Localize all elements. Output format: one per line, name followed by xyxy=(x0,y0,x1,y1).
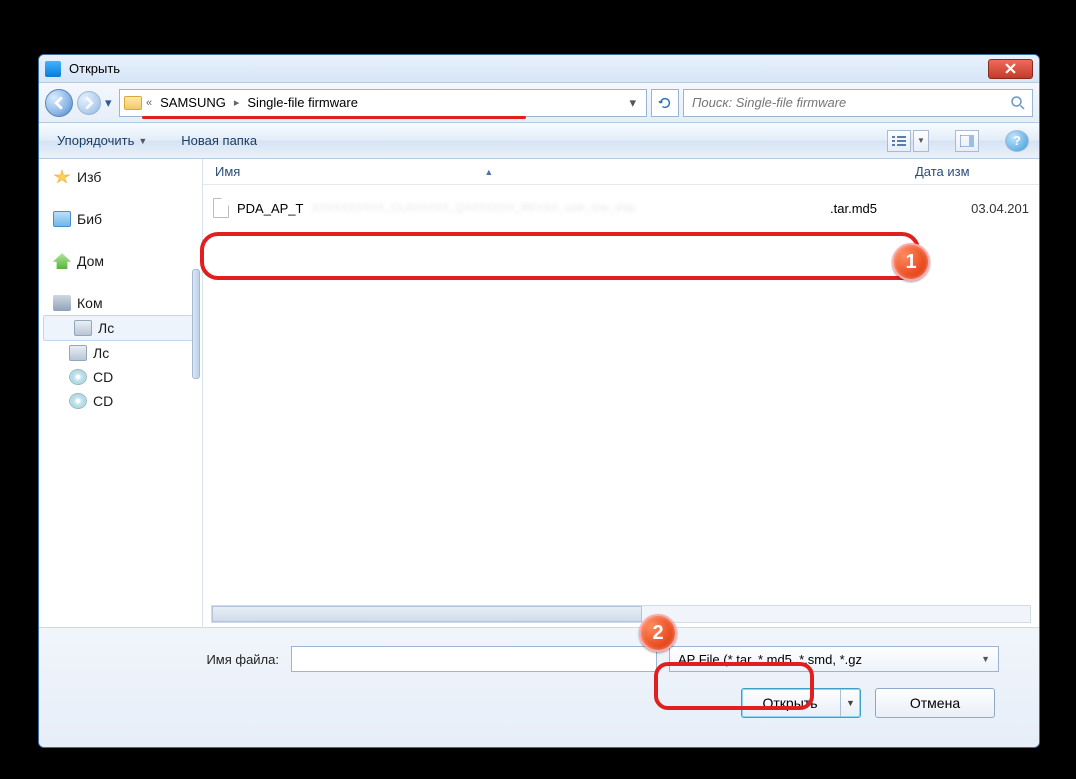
filename-label: Имя файла: xyxy=(79,652,279,667)
file-name: PDA_AP_T XXXXXXXXXX_CLAXXXXX_QXXXXXXX_RE… xyxy=(237,201,877,216)
back-button[interactable] xyxy=(45,89,73,117)
file-list[interactable]: Имя ▲ Дата изм PDA_AP_T XXXXXXXXXX_CLAXX… xyxy=(203,159,1039,627)
new-folder-button[interactable]: Новая папка xyxy=(173,129,265,152)
folder-icon xyxy=(124,96,142,110)
body: Изб Биб Дом Ком Лс Лс xyxy=(39,159,1039,627)
sidebar-label: Изб xyxy=(77,169,101,185)
sidebar-favorites[interactable]: Изб xyxy=(39,165,202,189)
column-date-label: Дата изм xyxy=(915,164,970,179)
column-name[interactable]: Имя ▲ xyxy=(203,164,903,179)
footer: Имя файла: AP File (*.tar, *.md5, *.smd,… xyxy=(39,627,1039,747)
close-button[interactable] xyxy=(988,59,1033,79)
sidebar-label: Ком xyxy=(77,295,103,311)
file-icon xyxy=(213,198,229,218)
scrollbar-thumb[interactable] xyxy=(212,606,642,622)
filetype-select[interactable]: AP File (*.tar, *.md5, *.smd, *.gz ▼ xyxy=(669,646,999,672)
annotation-badge-1: 1 xyxy=(892,243,930,281)
new-folder-label: Новая папка xyxy=(181,133,257,148)
list-view-icon xyxy=(892,135,906,147)
file-date: 03.04.201 xyxy=(971,201,1029,216)
view-mode-dropdown[interactable]: ▼ xyxy=(913,130,929,152)
open-dialog-window: Открыть ▾ « SAMSUNG ▸ Single-file firmwa… xyxy=(38,54,1040,748)
titlebar[interactable]: Открыть xyxy=(39,55,1039,83)
sidebar-label: Лс xyxy=(93,345,109,361)
view-mode-button[interactable] xyxy=(887,130,911,152)
refresh-icon xyxy=(658,96,672,110)
star-icon xyxy=(53,169,71,185)
library-icon xyxy=(53,211,71,227)
preview-pane-button[interactable] xyxy=(955,130,979,152)
toolbar: Упорядочить ▼ Новая папка ▼ xyxy=(39,123,1039,159)
search-box[interactable] xyxy=(683,89,1033,117)
sidebar-label: CD xyxy=(93,393,113,409)
cancel-button[interactable]: Отмена xyxy=(875,688,995,718)
computer-icon xyxy=(53,295,71,311)
open-button-dropdown[interactable]: ▼ xyxy=(840,689,860,717)
sidebar-label: CD xyxy=(93,369,113,385)
path-root: « xyxy=(146,97,152,109)
filetype-label: AP File (*.tar, *.md5, *.smd, *.gz xyxy=(678,652,981,667)
sort-asc-icon: ▲ xyxy=(484,167,493,177)
cancel-button-label: Отмена xyxy=(910,695,960,711)
close-icon xyxy=(1005,63,1016,74)
nav-history-dropdown[interactable]: ▾ xyxy=(105,95,115,111)
sidebar-homegroup[interactable]: Дом xyxy=(39,249,202,273)
search-icon xyxy=(1010,95,1026,111)
sidebar-cdrom[interactable]: CD xyxy=(39,389,202,413)
disc-icon xyxy=(69,369,87,385)
disc-icon xyxy=(69,393,87,409)
file-name-obscured: XXXXXXXXXX_CLAXXXXX_QXXXXXXX_REVXX_user_… xyxy=(311,203,822,213)
chevron-down-icon: ▼ xyxy=(138,136,147,146)
file-row[interactable]: PDA_AP_T XXXXXXXXXX_CLAXXXXX_QXXXXXXX_RE… xyxy=(203,195,1039,221)
organize-menu[interactable]: Упорядочить ▼ xyxy=(49,129,155,152)
horizontal-scrollbar[interactable] xyxy=(211,605,1031,623)
column-date[interactable]: Дата изм xyxy=(903,164,982,179)
open-button-label: Открыть xyxy=(763,695,818,711)
sidebar-label: Биб xyxy=(77,211,102,227)
arrow-left-icon xyxy=(52,96,66,110)
app-icon xyxy=(45,61,61,77)
chevron-down-icon: ▼ xyxy=(917,136,925,145)
refresh-button[interactable] xyxy=(651,89,679,117)
arrow-right-icon xyxy=(82,96,96,110)
sidebar-libraries[interactable]: Биб xyxy=(39,207,202,231)
help-button[interactable]: ? xyxy=(1005,130,1029,152)
drive-icon xyxy=(69,345,87,361)
sidebar-drive[interactable]: Лс xyxy=(39,341,202,365)
window-title: Открыть xyxy=(69,61,120,76)
sidebar-computer[interactable]: Ком xyxy=(39,291,202,315)
homegroup-icon xyxy=(53,253,71,269)
breadcrumb-segment[interactable]: Single-file firmware xyxy=(243,93,362,112)
file-name-prefix: PDA_AP_T xyxy=(237,201,303,216)
file-name-ext: .tar.md5 xyxy=(830,201,877,216)
preview-pane-icon xyxy=(960,135,974,147)
breadcrumb-segment[interactable]: SAMSUNG xyxy=(156,93,230,112)
nav-row: ▾ « SAMSUNG ▸ Single-file firmware ▾ xyxy=(39,83,1039,123)
search-input[interactable] xyxy=(690,94,1010,111)
chevron-down-icon: ▼ xyxy=(981,654,990,664)
open-button[interactable]: Открыть ▼ xyxy=(741,688,861,718)
organize-label: Упорядочить xyxy=(57,133,134,148)
column-headers[interactable]: Имя ▲ Дата изм xyxy=(203,159,1039,185)
sidebar-scrollbar[interactable] xyxy=(192,269,200,379)
sidebar-drive[interactable]: Лс xyxy=(43,315,198,341)
help-icon: ? xyxy=(1013,133,1021,148)
annotation-badge-2: 2 xyxy=(639,614,677,652)
forward-button[interactable] xyxy=(77,91,101,115)
address-bar[interactable]: « SAMSUNG ▸ Single-file firmware ▾ xyxy=(119,89,647,117)
address-dropdown[interactable]: ▾ xyxy=(623,95,642,111)
sidebar-label: Дом xyxy=(77,253,104,269)
filename-input[interactable] xyxy=(291,646,657,672)
annotation-underline xyxy=(142,116,526,119)
column-name-label: Имя xyxy=(215,164,240,179)
sidebar-cdrom[interactable]: CD xyxy=(39,365,202,389)
sidebar[interactable]: Изб Биб Дом Ком Лс Лс xyxy=(39,159,203,627)
chevron-right-icon: ▸ xyxy=(234,96,240,109)
drive-icon xyxy=(74,320,92,336)
sidebar-label: Лс xyxy=(98,320,114,336)
